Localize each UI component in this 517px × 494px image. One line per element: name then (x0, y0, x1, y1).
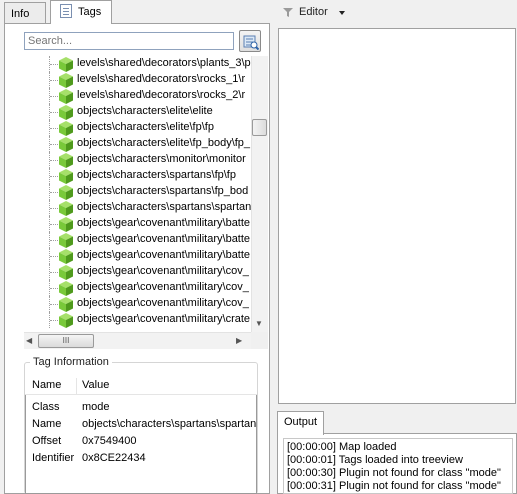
tree-item-label: objects\characters\elite\fp_body\fp_ (77, 137, 251, 149)
tree-item-label: objects\gear\covenant\military\batte (77, 217, 251, 229)
tree-item-label: objects\characters\monitor\monitor (77, 153, 246, 165)
tag-tree[interactable]: levels\shared\decorators\plants_3\plevel… (24, 56, 268, 332)
tag-cube-icon (59, 249, 73, 264)
filter-icon (283, 8, 293, 17)
tag-cube-icon (59, 73, 73, 88)
column-header-name[interactable]: Name (32, 379, 61, 391)
tag-list-header: Name Value (25, 375, 257, 395)
tag-cube-icon (59, 57, 73, 72)
tag-cube-icon (59, 217, 73, 232)
tree-item-label: objects\gear\covenant\military\crate (77, 313, 251, 325)
editor-pane[interactable] (278, 28, 516, 404)
tree-item-label: objects\characters\elite\fp\fp (77, 121, 214, 133)
tab-output-label: Output (284, 416, 318, 428)
tree-item-label: objects\gear\covenant\military\batte (77, 249, 251, 261)
property-key: Identifier (32, 452, 75, 464)
column-header-value[interactable]: Value (82, 379, 109, 391)
editor-dropdown-label[interactable]: Editor (299, 6, 328, 18)
tree-item-label: objects\characters\spartans\fp_bod (77, 185, 249, 197)
scrollbar-corner (251, 332, 268, 349)
tag-information-title: Tag Information (30, 356, 112, 368)
search-input[interactable] (24, 32, 234, 50)
scroll-down-arrow-icon[interactable]: ▼ (253, 318, 265, 330)
tab-tags-label: Tags (78, 6, 102, 18)
tree-item-label: objects\gear\covenant\military\cov_ (77, 281, 249, 293)
property-key: Class (32, 401, 60, 413)
property-row-identifier[interactable]: Identifier 0x8CE22434 (25, 450, 257, 468)
property-key: Offset (32, 435, 62, 447)
tag-cube-icon (59, 89, 73, 104)
property-value: 0x7549400 (82, 435, 137, 447)
chevron-down-icon[interactable] (339, 11, 345, 15)
log-line: [00:00:30] Plugin not found for class "m… (287, 467, 501, 479)
property-value: mode (82, 401, 110, 413)
property-row-offset[interactable]: Offset 0x7549400 (25, 433, 257, 451)
tree-item-label: objects\gear\covenant\military\batte (77, 233, 251, 245)
tag-cube-icon (59, 233, 73, 248)
tag-cube-icon (59, 265, 73, 280)
log-line: [00:00:31] Plugin not found for class "m… (287, 480, 501, 492)
search-button[interactable] (239, 30, 261, 52)
tag-cube-icon (59, 121, 73, 136)
tree-horizontal-scroll-thumb[interactable]: III (38, 334, 94, 348)
property-value: 0x8CE22434 (82, 452, 146, 464)
tree-vertical-scroll-thumb[interactable] (252, 119, 267, 136)
tab-info[interactable]: Info (4, 2, 46, 23)
tab-info-label: Info (11, 8, 30, 20)
tab-tags[interactable]: Tags (50, 0, 112, 24)
tag-cube-icon (59, 137, 73, 152)
property-row-class[interactable]: Class mode (25, 399, 257, 417)
search-options-icon (243, 35, 259, 50)
scroll-right-arrow-icon[interactable]: ▶ (236, 335, 248, 347)
column-divider[interactable] (76, 378, 77, 394)
tree-item-label: objects\characters\spartans\fp\fp (77, 169, 236, 181)
tree-item-label: levels\shared\decorators\plants_3\p (77, 57, 251, 69)
tree-item-label: levels\shared\decorators\rocks_2\r (77, 89, 246, 101)
tag-cube-icon (59, 297, 73, 312)
tag-cube-icon (59, 281, 73, 296)
tag-cube-icon (59, 169, 73, 184)
tree-item-label: objects\gear\covenant\military\cov_ (77, 297, 249, 309)
tag-cube-icon (59, 105, 73, 120)
tag-cube-icon (59, 313, 73, 328)
tag-cube-icon (59, 153, 73, 168)
tree-item-label: objects\characters\spartans\spartan (77, 201, 252, 213)
property-value: objects\characters\spartans\spartan (82, 418, 257, 430)
tag-cube-icon (59, 185, 73, 200)
property-row-name[interactable]: Name objects\characters\spartans\spartan (25, 416, 257, 434)
log-line: [00:00:00] Map loaded (287, 441, 397, 453)
tags-icon (60, 4, 72, 18)
tree-item-label: levels\shared\decorators\rocks_1\r (77, 73, 246, 85)
property-key: Name (32, 418, 62, 430)
log-line: [00:00:01] Tags loaded into treeview (287, 454, 463, 466)
tag-cube-icon (59, 201, 73, 216)
tree-vertical-scrollbar[interactable] (251, 56, 268, 332)
tab-output[interactable]: Output (277, 411, 324, 435)
scroll-left-arrow-icon[interactable]: ◀ (26, 335, 38, 347)
tree-item-label: objects\gear\covenant\military\cov_ (77, 265, 249, 277)
tree-item-label: objects\characters\elite\elite (77, 105, 213, 117)
